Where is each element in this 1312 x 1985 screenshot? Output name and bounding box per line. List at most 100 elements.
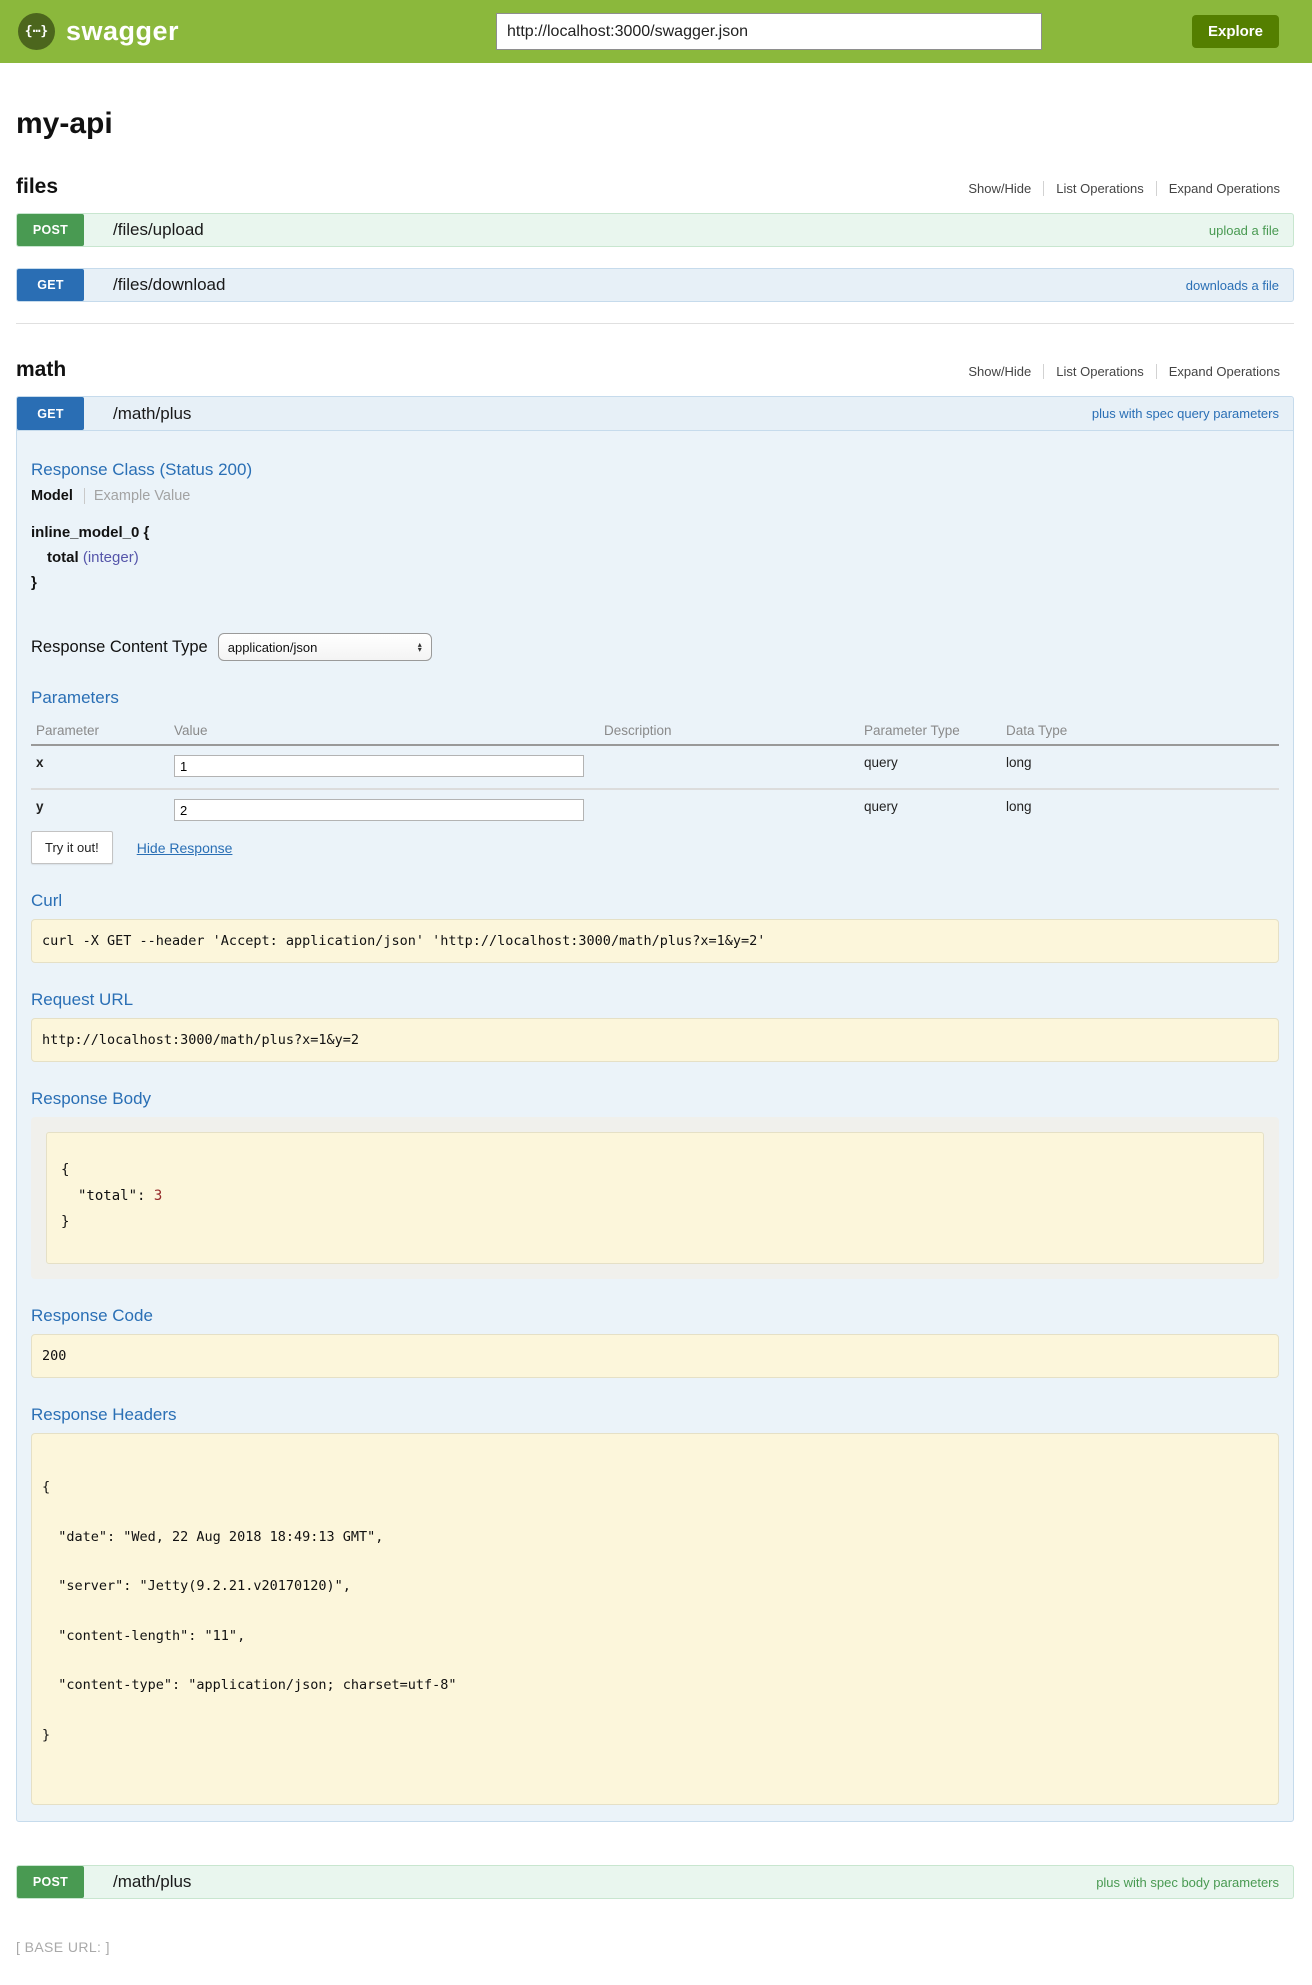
parameters-table: Parameter Value Description Parameter Ty… [31,716,1279,825]
parameter-data-type: long [1006,745,1279,789]
section-divider [16,323,1294,324]
operation-post-math-plus[interactable]: POST /math/plus plus with spec body para… [16,1865,1294,1899]
model-property-type: (integer) [83,549,139,566]
operation-path-link[interactable]: /files/upload [113,220,204,240]
section-files: files Show/Hide List Operations Expand O… [16,175,1294,302]
model-property-name: total [47,549,79,566]
col-parameter-type: Parameter Type [864,716,1006,745]
base-url-label: [ BASE URL: ] [16,1939,1294,1955]
response-content-type-row: Response Content Type application/json ▴… [31,633,1279,661]
operation-get-math-plus: GET /math/plus plus with spec query para… [16,396,1294,1822]
model-property: total (integer) [31,545,1279,570]
request-url-block: http://localhost:3000/math/plus?x=1&y=2 [31,1018,1279,1062]
response-code-heading: Response Code [31,1306,1279,1326]
swagger-logo: {⋯} swagger [18,13,179,50]
parameter-x-input[interactable] [174,755,584,777]
select-stepper-icon: ▴ ▾ [418,642,422,653]
section-math: math Show/Hide List Operations Expand Op… [16,358,1294,1899]
json-close-brace: } [61,1209,1249,1235]
json-value: 3 [154,1188,162,1204]
show-hide-link[interactable]: Show/Hide [956,364,1043,379]
hide-response-link[interactable]: Hide Response [137,840,233,856]
section-math-name: math [16,358,66,382]
list-operations-link[interactable]: List Operations [1043,364,1155,379]
response-headers-line: "server": "Jetty(9.2.21.v20170120)", [42,1578,1268,1595]
parameter-name: y [31,789,174,825]
col-data-type: Data Type [1006,716,1279,745]
swagger-braces-icon: {⋯} [18,13,55,50]
model-tabs: ModelExample Value [31,488,1279,504]
response-headers-line: "content-type": "application/json; chars… [42,1677,1268,1694]
curl-command-block: curl -X GET --header 'Accept: applicatio… [31,919,1279,963]
response-headers-line: } [42,1727,1268,1744]
expand-operations-link[interactable]: Expand Operations [1156,181,1294,196]
parameter-data-type: long [1006,789,1279,825]
section-files-header: files Show/Hide List Operations Expand O… [16,175,1294,199]
response-body-heading: Response Body [31,1089,1279,1109]
actions-row: Try it out! Hide Response [31,831,1279,864]
section-files-controls: Show/Hide List Operations Expand Operati… [956,181,1294,196]
expand-operations-link[interactable]: Expand Operations [1156,364,1294,379]
col-parameter: Parameter [31,716,174,745]
parameters-header-row: Parameter Value Description Parameter Ty… [31,716,1279,745]
arrow-down-icon: ▾ [418,647,422,653]
method-badge: POST [17,214,84,246]
json-separator: : [137,1188,154,1204]
show-hide-link[interactable]: Show/Hide [956,181,1043,196]
method-badge: POST [17,1866,84,1898]
parameter-name: x [31,745,174,789]
response-headers-heading: Response Headers [31,1405,1279,1425]
model-close-brace: } [31,570,1279,595]
operation-path-link[interactable]: /math/plus [113,404,191,424]
response-headers-line: "date": "Wed, 22 Aug 2018 18:49:13 GMT", [42,1529,1268,1546]
try-it-out-button[interactable]: Try it out! [31,831,113,864]
response-content-type-label: Response Content Type [31,638,208,657]
operation-path-link[interactable]: /files/download [113,275,225,295]
response-class-heading: Response Class (Status 200) [31,460,1279,480]
operation-header-row[interactable]: GET /math/plus plus with spec query para… [17,397,1293,431]
operation-path-link[interactable]: /math/plus [113,1872,191,1892]
parameter-y-input[interactable] [174,799,584,821]
operation-get-files-download[interactable]: GET /files/download downloads a file [16,268,1294,302]
response-headers-line: { [42,1479,1268,1496]
section-math-header: math Show/Hide List Operations Expand Op… [16,358,1294,382]
list-operations-link[interactable]: List Operations [1043,181,1155,196]
operation-post-files-upload[interactable]: POST /files/upload upload a file [16,213,1294,247]
model-open-brace: inline_model_0 { [31,520,1279,545]
parameter-row-x: x query long [31,745,1279,789]
operation-content: Response Class (Status 200) ModelExample… [17,431,1293,1821]
curl-heading: Curl [31,891,1279,911]
tab-example-value[interactable]: Example Value [85,488,190,504]
request-url-heading: Request URL [31,990,1279,1010]
brand-name: swagger [66,16,179,47]
method-badge: GET [17,269,84,301]
api-title: my-api [16,107,1294,141]
method-badge: GET [17,397,84,430]
explore-button[interactable]: Explore [1192,15,1279,48]
parameter-description [604,789,864,825]
operation-summary-link[interactable]: plus with spec body parameters [1096,1875,1279,1890]
page-content: my-api files Show/Hide List Operations E… [16,107,1294,1955]
response-content-type-select[interactable]: application/json ▴ ▾ [218,633,432,661]
parameter-row-y: y query long [31,789,1279,825]
response-headers-block: { "date": "Wed, 22 Aug 2018 18:49:13 GMT… [31,1433,1279,1805]
tab-model[interactable]: Model [31,488,85,504]
response-body-container: { "total": 3 } [31,1117,1279,1279]
operation-summary-link[interactable]: downloads a file [1186,278,1279,293]
response-headers-line: "content-length": "11", [42,1628,1268,1645]
operation-summary-link[interactable]: upload a file [1209,223,1279,238]
spec-url-input[interactable] [496,13,1042,50]
parameter-type: query [864,745,1006,789]
response-body-json: { "total": 3 } [46,1132,1264,1264]
json-total-line: "total": 3 [61,1183,1249,1209]
section-files-name: files [16,175,58,199]
col-value: Value [174,716,604,745]
col-description: Description [604,716,864,745]
response-code-block: 200 [31,1334,1279,1378]
operation-summary-link[interactable]: plus with spec query parameters [1092,406,1279,421]
parameters-heading: Parameters [31,688,1279,708]
model-signature: inline_model_0 { total (integer) } [31,520,1279,595]
parameter-description [604,745,864,789]
json-key: "total" [78,1188,137,1204]
selected-content-type: application/json [228,640,318,655]
